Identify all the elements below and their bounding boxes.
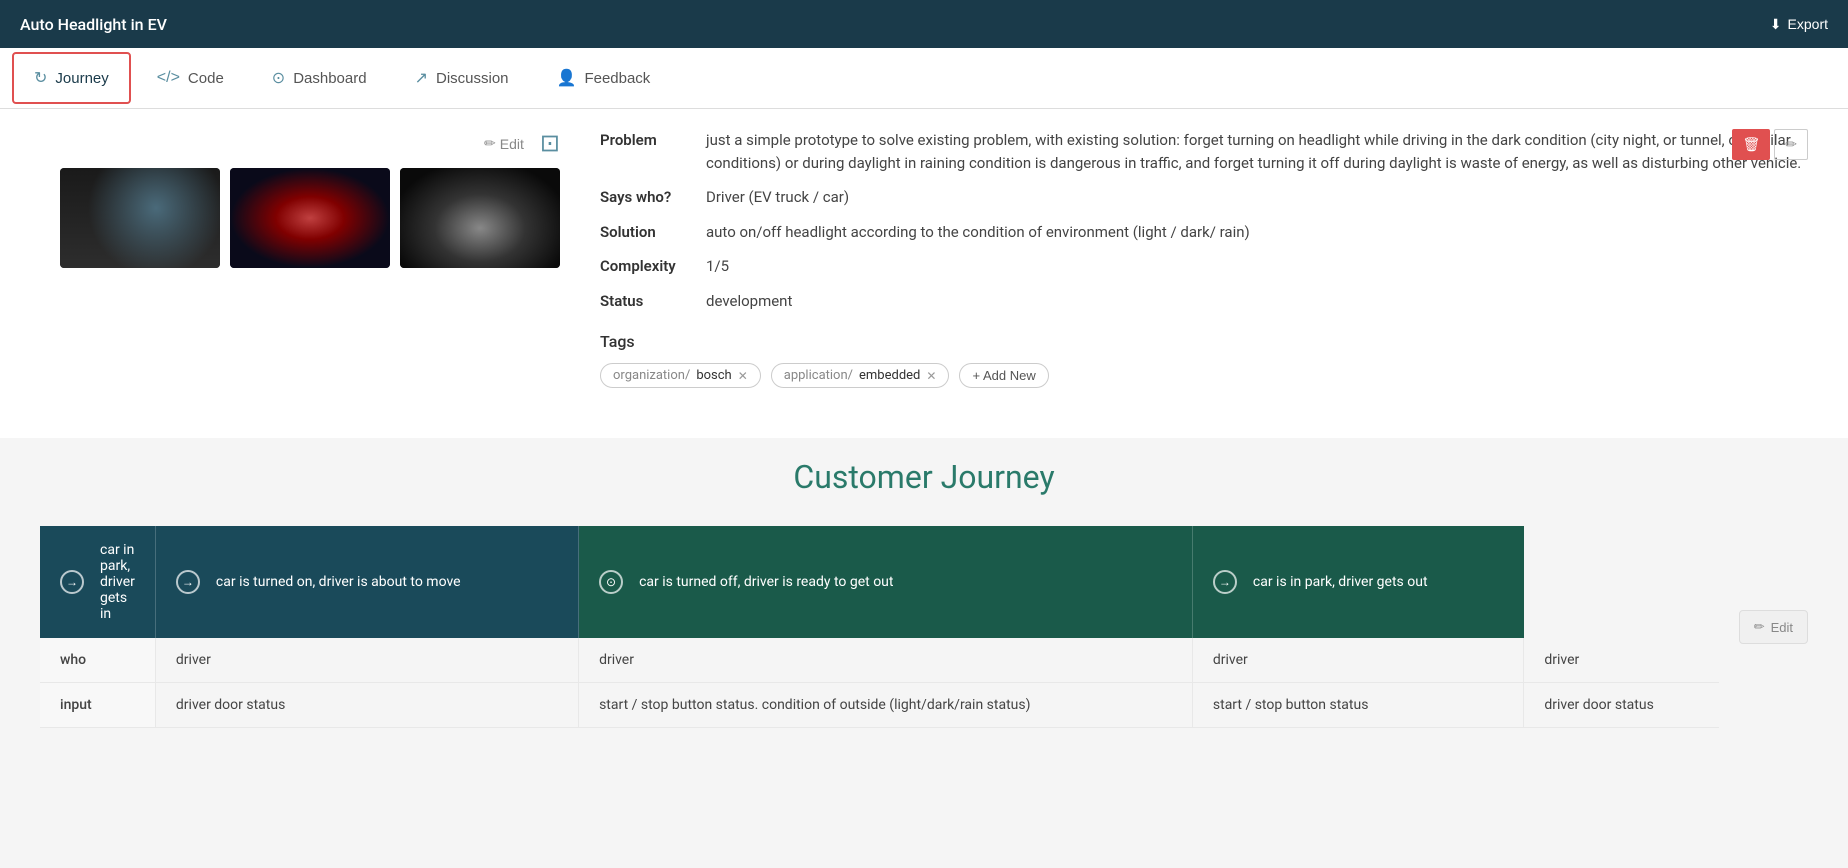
solution-value: auto on/off headlight according to the c… [706,221,1808,244]
trash-icon: 🗑 [1742,136,1760,152]
code-icon: </> [157,69,180,87]
journey-header-step3: ⊙ car is turned off, driver is ready to … [579,526,1193,638]
journey-header-step2: → car is turned on, driver is about to m… [155,526,578,638]
solution-row: Solution auto on/off headlight according… [600,221,1808,244]
who-cell-4: driver [1524,638,1719,683]
journey-header-step1: → car in park, driver gets in [40,526,155,638]
overlay-actions: 🗑 ✏ [1732,129,1808,160]
step-icon-4: → [1213,570,1237,594]
tag-name-1: bosch [696,368,731,383]
input-cell-2: start / stop button status. condition of… [579,683,1193,728]
edit-detail-button[interactable]: ✏ [1774,129,1808,160]
dashboard-icon: ⊙ [272,68,285,88]
who-label: who [40,638,155,683]
step-icon-2: → [176,570,200,594]
who-cell-1: driver [155,638,578,683]
tab-dashboard[interactable]: ⊙ Dashboard [250,52,389,104]
images-row [60,168,560,268]
journey-header-step4: → car is in park, driver gets out [1192,526,1524,638]
says-who-row: Says who? Driver (EV truck / car) [600,186,1808,209]
scan-icon: ⊡ [540,130,560,157]
tag-organization-bosch: organization/bosch ✕ [600,363,761,388]
status-value: development [706,290,1808,313]
says-who-label: Says who? [600,186,690,209]
pencil-icon-journey: ✏ [1754,619,1765,635]
pencil-icon: ✏ [1785,136,1797,152]
app-header: Auto Headlight in EV ⬇ Export [0,0,1848,48]
image-thumb-3[interactable] [400,168,560,268]
tags-section: Tags organization/bosch ✕ application/em… [600,332,1808,388]
step-icon-3: ⊙ [599,570,623,594]
top-section: ✏ Edit ⊡ 🗑 ✏ [40,129,1808,388]
app-title: Auto Headlight in EV [20,15,167,34]
add-tag-button[interactable]: + Add New [959,363,1048,388]
journey-table: → car in park, driver gets in → car is t… [40,526,1719,728]
journey-icon: ↻ [34,68,47,88]
left-panel: ✏ Edit ⊡ [40,129,560,388]
who-cell-3: driver [1192,638,1524,683]
discussion-icon: ↗ [415,68,428,88]
solution-label: Solution [600,221,690,244]
edit-images-button[interactable]: ✏ Edit [484,135,524,152]
tags-label: Tags [600,332,1808,351]
status-label: Status [600,290,690,313]
complexity-label: Complexity [600,255,690,278]
details-panel: 🗑 ✏ Problem just a simple prototype to s… [600,129,1808,388]
tab-discussion[interactable]: ↗ Discussion [393,52,531,104]
input-cell-1: driver door status [155,683,578,728]
journey-table-wrapper: → car in park, driver gets in → car is t… [40,526,1808,728]
status-row: Status development [600,290,1808,313]
main-content: ✏ Edit ⊡ 🗑 ✏ [0,109,1848,438]
tag-remove-2[interactable]: ✕ [926,370,936,382]
input-label: input [40,683,155,728]
journey-section: Customer Journey → car in park, driver g… [0,438,1848,748]
journey-header-row: → car in park, driver gets in → car is t… [40,526,1719,638]
problem-value: just a simple prototype to solve existin… [706,129,1808,174]
image-thumb-1[interactable] [60,168,220,268]
export-icon: ⬇ [1770,16,1782,33]
tab-feedback[interactable]: 👤 Feedback [535,52,673,104]
says-who-value: Driver (EV truck / car) [706,186,1808,209]
feedback-icon: 👤 [557,68,577,88]
scan-button[interactable]: ⊡ [540,129,560,158]
who-cell-2: driver [579,638,1193,683]
tag-application-embedded: application/embedded ✕ [771,363,950,388]
journey-title: Customer Journey [40,458,1808,496]
pencil-icon: ✏ [484,135,496,152]
complexity-row: Complexity 1/5 [600,255,1808,278]
tags-row: organization/bosch ✕ application/embedde… [600,363,1808,388]
edit-controls: ✏ Edit ⊡ [484,129,560,158]
delete-button[interactable]: 🗑 [1732,129,1770,160]
input-cell-4: driver door status [1524,683,1719,728]
journey-who-row: who driver driver driver driver [40,638,1719,683]
complexity-value: 1/5 [706,255,1808,278]
journey-input-row: input driver door status start / stop bu… [40,683,1719,728]
problem-label: Problem [600,129,690,174]
input-cell-3: start / stop button status [1192,683,1524,728]
tag-category-2: application/ [784,368,853,383]
tag-name-2: embedded [859,368,920,383]
tab-journey[interactable]: ↻ Journey [12,52,131,104]
export-button[interactable]: ⬇ Export [1770,16,1828,33]
journey-edit-button[interactable]: ✏ Edit [1739,610,1808,644]
tag-category-1: organization/ [613,368,690,383]
problem-row: Problem just a simple prototype to solve… [600,129,1808,174]
tab-code[interactable]: </> Code [135,52,246,104]
step-icon-1: → [60,570,84,594]
image-thumb-2[interactable] [230,168,390,268]
tag-remove-1[interactable]: ✕ [738,370,748,382]
nav-tabs: ↻ Journey </> Code ⊙ Dashboard ↗ Discuss… [0,48,1848,109]
